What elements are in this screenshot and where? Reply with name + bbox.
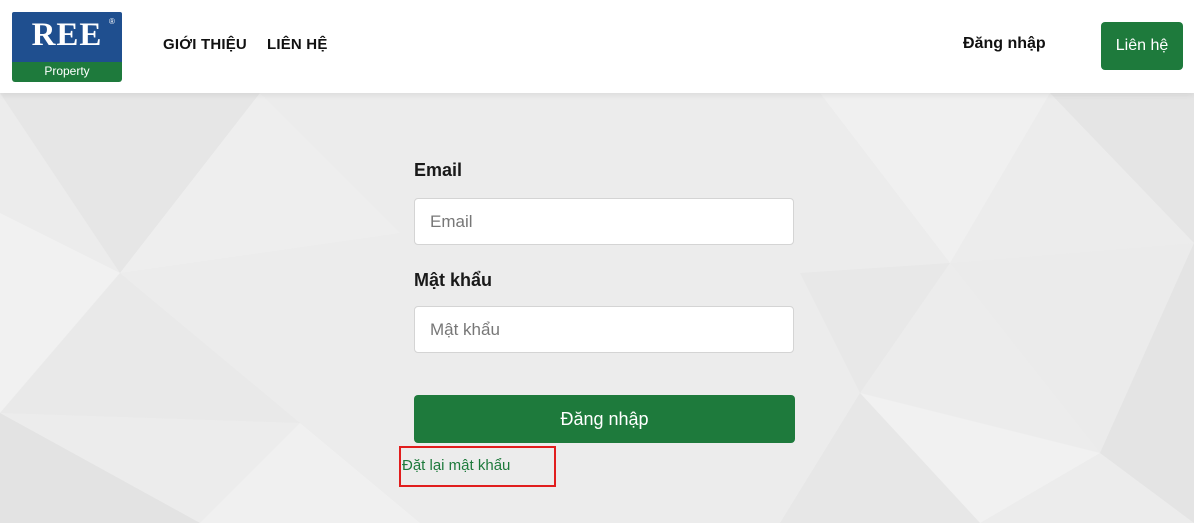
email-field[interactable] [414, 198, 794, 245]
password-field[interactable] [414, 306, 794, 353]
reset-password-link[interactable]: Đặt lại mật khẩu [402, 457, 510, 474]
nav-link-about[interactable]: GIỚI THIỆU [163, 36, 247, 53]
site-header: REE ® Property GIỚI THIỆU LIÊN HỆ Đăng n… [0, 0, 1194, 93]
header-login-link[interactable]: Đăng nhập [963, 35, 1046, 53]
login-section: Email Mật khẩu Đăng nhập Đặt lại mật khẩ… [0, 93, 1194, 523]
header-contact-button[interactable]: Liên hệ [1101, 22, 1183, 70]
logo-registered-mark: ® [109, 17, 115, 26]
login-submit-button[interactable]: Đăng nhập [414, 395, 795, 443]
ree-property-logo[interactable]: REE ® Property [12, 12, 122, 82]
password-label: Mật khẩu [414, 270, 493, 290]
email-label: Email [414, 160, 463, 180]
logo-brand-text: REE [31, 17, 103, 53]
main-nav: GIỚI THIỆU LIÊN HỆ [163, 36, 328, 53]
nav-link-contact[interactable]: LIÊN HỆ [267, 36, 328, 53]
logo-subtitle: Property [44, 64, 90, 78]
